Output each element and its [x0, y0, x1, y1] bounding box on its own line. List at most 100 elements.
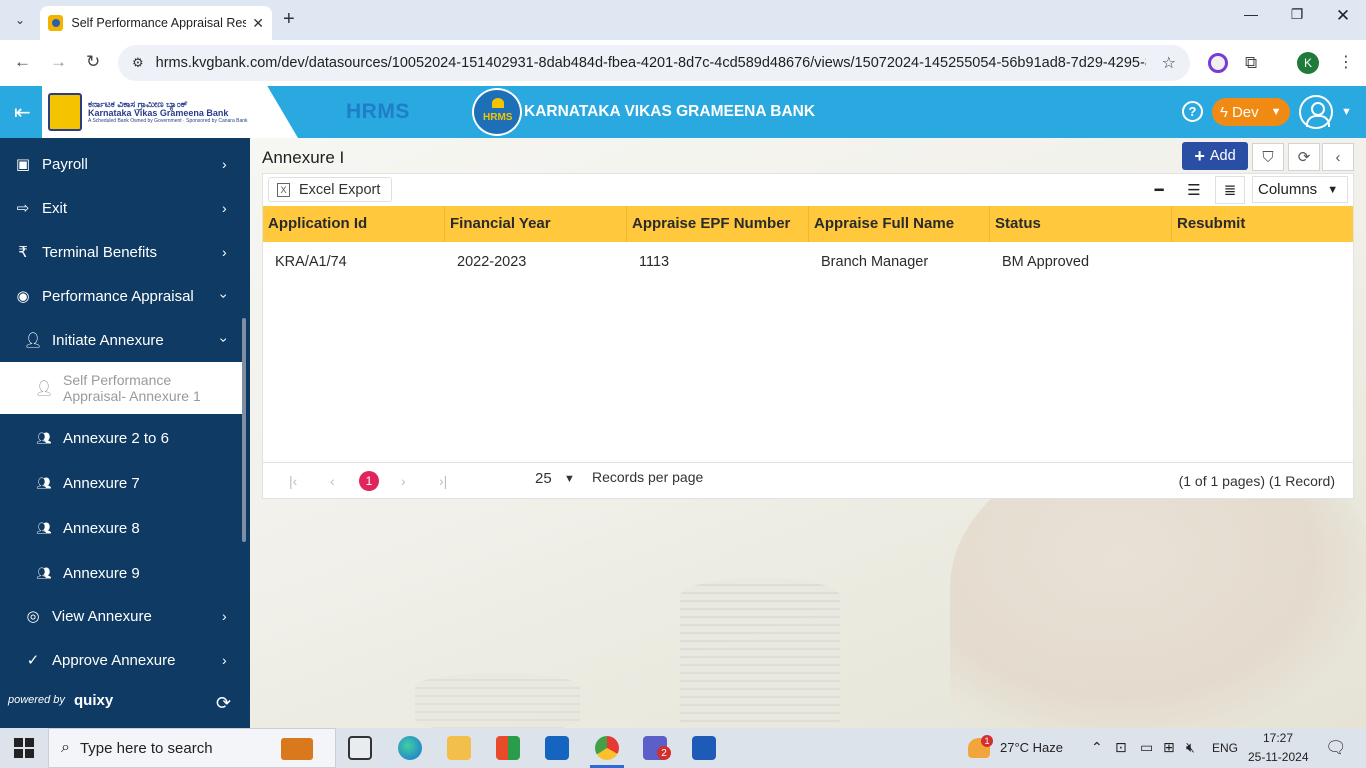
notification-icon[interactable]: 🗨︎: [1325, 738, 1347, 758]
store-icon[interactable]: [496, 736, 520, 760]
add-button[interactable]: + Add: [1182, 142, 1248, 170]
sidebar-item-annexure-7[interactable]: 👥︎ Annexure 7: [0, 461, 250, 505]
sidebar-item-payroll[interactable]: ▣ Payroll ›: [0, 142, 250, 186]
chevron-down-icon: ›: [216, 337, 233, 343]
taskbar-search[interactable]: ⌕ Type here to search: [48, 728, 336, 768]
collapse-menu-icon[interactable]: ⇤: [14, 100, 31, 125]
sidebar-item-annexure-9[interactable]: 👥︎ Annexure 9: [0, 551, 250, 595]
sidebar-item-view-annexure[interactable]: ◎ View Annexure ›: [0, 594, 250, 638]
environment-label: Dev: [1231, 103, 1259, 121]
network-icon[interactable]: ⊡: [1115, 739, 1127, 756]
page-size-select[interactable]: 25: [535, 470, 552, 487]
dense-lines-icon: ≣: [1223, 182, 1237, 199]
density-compact-button[interactable]: ━: [1144, 176, 1174, 204]
sidebar-item-annexure-8[interactable]: 👥︎ Annexure 8: [0, 506, 250, 550]
extensions-puzzle-icon[interactable]: ⧉: [1245, 53, 1265, 73]
sidebar-item-label: Exit: [42, 199, 68, 217]
sidebar-item-self-appraisal-annexure-1[interactable]: 👤︎ Self Performance Appraisal- Annexure …: [0, 362, 242, 414]
extension-colorpicker-icon[interactable]: [1208, 53, 1228, 73]
pagination-bar: |‹ ‹ 1 › ›| 25 ▼ Records per page (1 of …: [263, 462, 1353, 498]
columns-button[interactable]: Columns ▼: [1252, 176, 1348, 203]
excel-export-button[interactable]: X Excel Export: [268, 177, 392, 202]
profile-avatar[interactable]: K: [1297, 52, 1319, 74]
volume-muted-icon[interactable]: 🔇︎: [1186, 739, 1195, 756]
battery-icon[interactable]: ▭: [1140, 739, 1153, 756]
teams-badge: 2: [657, 746, 671, 760]
filter-button[interactable]: ⛉: [1252, 143, 1284, 171]
sidebar-item-performance-appraisal[interactable]: ◉ Performance Appraisal ›: [0, 274, 250, 318]
table-cell: BM Approved: [1002, 254, 1090, 270]
clock-date[interactable]: 25-11-2024: [1248, 750, 1309, 764]
density-standard-button[interactable]: ☰: [1179, 176, 1209, 204]
column-header[interactable]: Resubmit: [1172, 206, 1353, 242]
column-header[interactable]: Application Id: [263, 206, 445, 242]
forward-icon[interactable]: →: [50, 52, 67, 72]
check-icon: ✓: [26, 652, 40, 669]
minimize-button[interactable]: —: [1228, 6, 1274, 22]
reload-icon[interactable]: ↻: [86, 52, 100, 72]
table-row[interactable]: KRA/A1/74 2022-2023 1113 Branch Manager …: [263, 244, 1353, 280]
sidebar-item-exit[interactable]: ⇨ Exit ›: [0, 186, 250, 230]
chevron-right-icon: ›: [222, 652, 227, 668]
site-info-icon[interactable]: ⚙: [132, 55, 144, 71]
refresh-icon[interactable]: ⟳: [216, 693, 231, 714]
outlook-icon[interactable]: [545, 736, 569, 760]
tab-list-button[interactable]: ⌄: [8, 8, 32, 32]
browser-tab[interactable]: Self Performance Appraisal Res ✕: [40, 6, 272, 40]
sidebar-item-approve-annexure[interactable]: ✓ Approve Annexure ›: [0, 638, 250, 682]
column-header[interactable]: Financial Year: [445, 206, 627, 242]
sidebar-item-label: Performance Appraisal: [42, 287, 194, 305]
previous-page-icon[interactable]: ‹: [330, 473, 335, 489]
chrome-icon[interactable]: [595, 736, 619, 760]
sidebar-item-initiate-annexure[interactable]: 👤︎ Initiate Annexure ›: [0, 318, 250, 362]
user-avatar-icon[interactable]: [1299, 95, 1333, 129]
first-page-icon[interactable]: |‹: [289, 473, 297, 489]
user-menu-chevron-icon[interactable]: ▼: [1341, 106, 1352, 118]
clock-time[interactable]: 17:27: [1263, 731, 1293, 745]
browser-toolbar: ← → ↻ ⚙ hrms.kvgbank.com/dev/datasources…: [0, 40, 1366, 86]
sidebar-item-label: Annexure 8: [63, 519, 140, 537]
payroll-icon: ▣: [15, 156, 31, 173]
chevron-down-icon: ▼: [1327, 183, 1339, 196]
environment-selector[interactable]: ϟ Dev ▼: [1212, 98, 1290, 126]
tray-chevron-up-icon[interactable]: ⌃: [1091, 739, 1103, 756]
display-icon[interactable]: ⊞: [1163, 739, 1175, 756]
file-explorer-icon[interactable]: [447, 736, 471, 760]
address-bar[interactable]: ⚙ hrms.kvgbank.com/dev/datasources/10052…: [118, 45, 1190, 81]
language-indicator[interactable]: ENG: [1212, 741, 1238, 755]
sidebar-item-terminal-benefits[interactable]: ₹ Terminal Benefits ›: [0, 230, 250, 274]
chevron-down-icon[interactable]: ▼: [564, 473, 575, 485]
sidebar-item-annexure-2-6[interactable]: 👥︎ Annexure 2 to 6: [0, 416, 250, 460]
column-header[interactable]: Appraise Full Name: [809, 206, 990, 242]
sidebar-scrollbar[interactable]: [242, 318, 246, 542]
weather-text[interactable]: 27°C Haze: [1000, 740, 1063, 755]
windows-start-icon[interactable]: [14, 738, 34, 758]
exit-icon: ⇨: [16, 200, 30, 217]
column-header[interactable]: Appraise EPF Number: [627, 206, 809, 242]
tab-close-icon[interactable]: ✕: [252, 15, 264, 32]
collapse-panel-button[interactable]: ‹: [1322, 143, 1354, 171]
browser-menu-icon[interactable]: ⋮: [1338, 52, 1354, 72]
chevron-down-icon: ›: [216, 293, 233, 299]
close-window-button[interactable]: ✕: [1320, 6, 1366, 26]
column-header[interactable]: Status: [990, 206, 1172, 242]
records-per-page-label: Records per page: [592, 469, 704, 485]
help-icon[interactable]: ?: [1182, 101, 1203, 122]
excel-export-label: Excel Export: [299, 181, 381, 198]
density-comfortable-button[interactable]: ≣: [1215, 176, 1245, 204]
edge-icon[interactable]: [398, 736, 422, 760]
task-view-icon[interactable]: [348, 736, 372, 760]
restore-button[interactable]: ❐: [1274, 6, 1320, 23]
sidebar-item-label: View Annexure: [52, 607, 152, 625]
bookmark-star-icon[interactable]: ☆: [1162, 53, 1176, 73]
refresh-button[interactable]: ⟳: [1288, 143, 1320, 171]
last-page-icon[interactable]: ›|: [439, 473, 447, 489]
back-icon[interactable]: ←: [14, 52, 31, 72]
word-icon[interactable]: [692, 736, 716, 760]
bank-logo: ಕರ್ನಾಟಕ ವಿಕಾಸ ಗ್ರಾಮೀಣ ಬ್ಯಾಂಕ್ Karnataka …: [42, 86, 298, 138]
sidebar-item-label: Annexure 2 to 6: [63, 429, 169, 447]
new-tab-button[interactable]: +: [283, 8, 295, 31]
current-page[interactable]: 1: [359, 471, 379, 491]
sidebar-item-label: Terminal Benefits: [42, 243, 158, 261]
next-page-icon[interactable]: ›: [401, 473, 406, 489]
